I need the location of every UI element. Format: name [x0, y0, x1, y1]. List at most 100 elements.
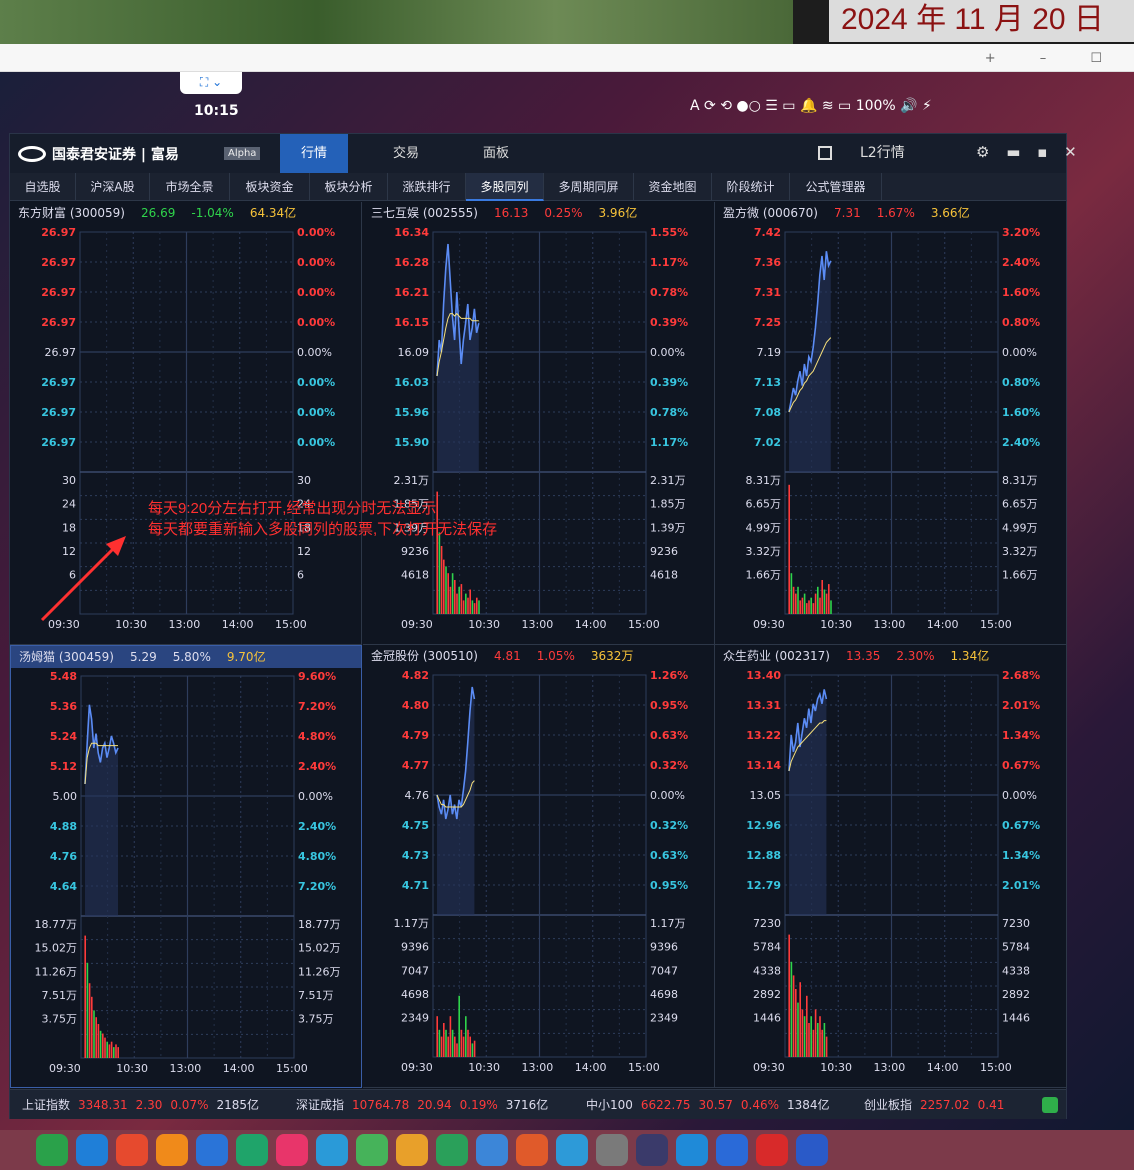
- taskbar-app-icon[interactable]: [676, 1134, 708, 1166]
- l2-title[interactable]: L2行情: [860, 134, 905, 173]
- taskbar-app-icon[interactable]: [436, 1134, 468, 1166]
- pct-axis-label: 0.39%: [650, 376, 688, 389]
- pct-axis-label: 0.00%: [297, 316, 335, 329]
- volume-axis-label: 5784: [1002, 941, 1030, 954]
- time-axis-label: 10:30: [468, 618, 500, 631]
- volume-axis-label: 18.77万: [298, 918, 341, 931]
- volume-bar: [803, 593, 806, 614]
- taskbar-app-icon[interactable]: [236, 1134, 268, 1166]
- stock-panel[interactable]: 众生药业 (002317) 13.35 2.30% 1.34亿 13.40 13.31 13…: [715, 645, 1067, 1088]
- index-sh[interactable]: 上证指数 3348.31 2.30 0.07% 2185亿: [22, 1090, 267, 1120]
- taskbar-app-icon[interactable]: [516, 1134, 548, 1166]
- intraday-chart[interactable]: 4.82 4.80 4.79 4.77 4.76 4.75 4.73 4.71 1.26% 0.9…: [363, 667, 715, 1087]
- subtab-1[interactable]: 沪深A股: [76, 173, 150, 201]
- taskbar-app-icon[interactable]: [396, 1134, 428, 1166]
- subtab-0[interactable]: 自选股: [10, 173, 76, 201]
- taskbar-app-icon[interactable]: [716, 1134, 748, 1166]
- tab-panel[interactable]: 面板: [462, 134, 530, 173]
- price-axis-label: 16.03: [394, 376, 429, 389]
- subtab-9[interactable]: 阶段统计: [712, 173, 790, 201]
- volume-axis-label: 5784: [753, 941, 781, 954]
- taskbar-app-icon[interactable]: [276, 1134, 308, 1166]
- price-axis-label: 26.97: [41, 436, 76, 449]
- intraday-chart[interactable]: 5.48 5.36 5.24 5.12 5.00 4.88 4.76 4.64 9.60% 7.2…: [11, 668, 362, 1088]
- tab-trade[interactable]: 交易: [372, 134, 440, 173]
- volume-axis-label: 4338: [1002, 964, 1030, 977]
- tab-market[interactable]: 行情: [280, 134, 348, 173]
- index-cy[interactable]: 创业板指 2257.02 0.41: [864, 1090, 1012, 1120]
- monitor-icon[interactable]: [818, 146, 832, 160]
- index-status-bar: 上证指数 3348.31 2.30 0.07% 2185亿 深证成指 10764.78 20…: [10, 1089, 1066, 1119]
- volume-bar: [447, 573, 449, 614]
- subtab-8[interactable]: 资金地图: [634, 173, 712, 201]
- price-axis-label: 13.05: [750, 789, 782, 802]
- price-axis-label: 16.34: [394, 226, 429, 239]
- taskbar-app-icon[interactable]: [476, 1134, 508, 1166]
- taskbar-app-icon[interactable]: [76, 1134, 108, 1166]
- subtab-2[interactable]: 市场全景: [150, 173, 230, 201]
- subtab-10[interactable]: 公式管理器: [790, 173, 882, 201]
- stock-amount: 3632万: [590, 649, 634, 663]
- subtab-7[interactable]: 多周期同屏: [544, 173, 634, 201]
- pct-axis-label: 1.55%: [650, 226, 688, 239]
- stock-panel[interactable]: 金冠股份 (300510) 4.81 1.05% 3632万 4.82 4.80 4.79 4…: [363, 645, 715, 1088]
- pct-axis-label: 0.00%: [297, 376, 335, 389]
- volume-bar: [445, 566, 447, 614]
- taskbar-app-icon[interactable]: [636, 1134, 668, 1166]
- taskbar-app-icon[interactable]: [756, 1134, 788, 1166]
- window-controls[interactable]: ⚙ ▬ ▪ ✕: [976, 143, 1083, 161]
- pct-axis-label: 4.80%: [298, 850, 336, 863]
- volume-bar: [788, 484, 790, 614]
- volume-bar: [110, 1041, 113, 1058]
- price-axis-label: 15.90: [394, 436, 429, 449]
- volume-bar: [825, 593, 828, 614]
- taskbar-app-icon[interactable]: [316, 1134, 348, 1166]
- taskbar-app-icon[interactable]: [556, 1134, 588, 1166]
- browser-window-controls[interactable]: + – ☐: [985, 51, 1122, 66]
- pct-axis-label: 4.80%: [298, 730, 336, 743]
- intraday-chart[interactable]: 7.42 7.36 7.31 7.25 7.19 7.13 7.08 7.02 3.20% 2.4…: [715, 224, 1067, 644]
- volume-axis-label: 4.99万: [1002, 521, 1038, 534]
- taskbar-app-icon[interactable]: [596, 1134, 628, 1166]
- volume-bar: [443, 559, 445, 614]
- volume-bar: [117, 1047, 119, 1058]
- taskbar-app-icon[interactable]: [796, 1134, 828, 1166]
- system-tray[interactable]: A ⟳ ⟲ ●○ ☰ ▭ 🔔 ≋ ▭ 100% 🔊 ⚡: [690, 98, 932, 114]
- subtab-3[interactable]: 板块资金: [230, 173, 310, 201]
- taskbar-app-icon[interactable]: [36, 1134, 68, 1166]
- stock-amount: 3.96亿: [598, 206, 638, 220]
- volume-bar: [830, 600, 832, 614]
- subtab-4[interactable]: 板块分析: [310, 173, 388, 201]
- time-axis-label: 14:00: [223, 1062, 255, 1075]
- intraday-chart[interactable]: 16.34 16.28 16.21 16.15 16.09 16.03 15.96 15.90…: [363, 224, 715, 644]
- index-zx[interactable]: 中小100 6622.75 30.57 0.46% 1384亿: [586, 1090, 838, 1120]
- price-area: [789, 251, 831, 472]
- pct-axis-label: 0.00%: [297, 256, 335, 269]
- intraday-chart[interactable]: 13.40 13.31 13.22 13.14 13.05 12.96 12.88 12.79…: [715, 667, 1067, 1087]
- index-sz-pct: 0.19%: [459, 1098, 498, 1112]
- subtab-6[interactable]: 多股同列: [466, 173, 544, 201]
- volume-axis-label: 30: [297, 474, 311, 487]
- price-axis-label: 7.19: [757, 346, 782, 359]
- stock-price: 5.29: [130, 650, 157, 664]
- index-sz[interactable]: 深证成指 10764.78 20.94 0.19% 3716亿: [296, 1090, 556, 1120]
- taskbar-app-icon[interactable]: [116, 1134, 148, 1166]
- remote-float-toolbar[interactable]: ⛶ ⌄: [180, 72, 242, 94]
- time-axis-label: 10:30: [468, 1061, 500, 1074]
- taskbar-app-icon[interactable]: [196, 1134, 228, 1166]
- index-zx-amount: 1384亿: [787, 1098, 830, 1112]
- price-axis-label: 5.24: [50, 730, 77, 743]
- pct-axis-label: 1.17%: [650, 256, 688, 269]
- stock-panel[interactable]: 三七互娱 (002555) 16.13 0.25% 3.96亿 16.34 16.28 16…: [363, 202, 715, 645]
- price-axis-label: 7.08: [754, 406, 781, 419]
- pct-axis-label: 0.80%: [1002, 376, 1040, 389]
- volume-bar: [93, 1010, 95, 1058]
- stock-panel[interactable]: 汤姆猫 (300459) 5.29 5.80% 9.70亿 5.48 5.36 5.24 5.…: [10, 645, 362, 1088]
- taskbar-app-icon[interactable]: [356, 1134, 388, 1166]
- connection-icon[interactable]: [1042, 1097, 1058, 1113]
- volume-bar: [828, 584, 830, 614]
- subtab-5[interactable]: 涨跌排行: [388, 173, 466, 201]
- taskbar-app-icon[interactable]: [156, 1134, 188, 1166]
- price-axis-label: 16.09: [398, 346, 430, 359]
- stock-panel[interactable]: 盈方微 (000670) 7.31 1.67% 3.66亿 7.42 7.36 7.31 7.…: [715, 202, 1067, 645]
